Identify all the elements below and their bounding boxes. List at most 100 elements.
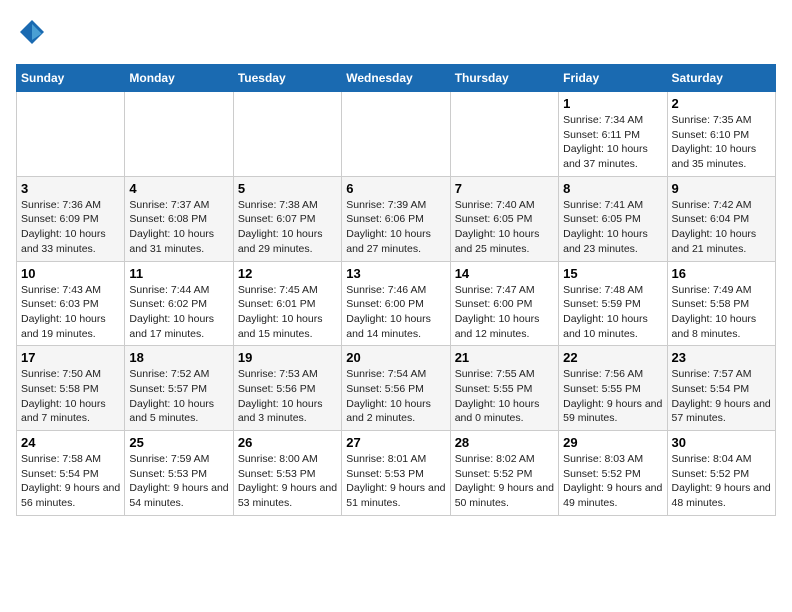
day-info: Sunrise: 7:46 AM Sunset: 6:00 PM Dayligh… xyxy=(346,283,445,342)
day-info: Sunrise: 7:48 AM Sunset: 5:59 PM Dayligh… xyxy=(563,283,662,342)
day-info: Sunrise: 7:43 AM Sunset: 6:03 PM Dayligh… xyxy=(21,283,120,342)
day-info: Sunrise: 8:02 AM Sunset: 5:52 PM Dayligh… xyxy=(455,452,554,511)
calendar-cell: 15 Sunrise: 7:48 AM Sunset: 5:59 PM Dayli… xyxy=(559,261,667,346)
day-info: Sunrise: 7:53 AM Sunset: 5:56 PM Dayligh… xyxy=(238,367,337,426)
calendar-cell: 8 Sunrise: 7:41 AM Sunset: 6:05 PM Daylig… xyxy=(559,176,667,261)
calendar-cell: 7Sunrise: 7:40 AM Sunset: 6:05 PM Daylig… xyxy=(450,176,558,261)
calendar-cell: 26 Sunrise: 8:00 AM Sunset: 5:53 PM Dayli… xyxy=(233,431,341,516)
calendar-cell xyxy=(450,92,558,177)
day-info: Sunrise: 7:57 AM Sunset: 5:54 PM Dayligh… xyxy=(672,367,771,426)
day-number: 4 xyxy=(129,181,228,196)
day-info: Sunrise: 7:50 AM Sunset: 5:58 PM Dayligh… xyxy=(21,367,120,426)
day-number: 9 xyxy=(672,181,771,196)
day-number: 21 xyxy=(455,350,554,365)
weekday-header-sunday: Sunday xyxy=(17,65,125,92)
day-number: 22 xyxy=(563,350,662,365)
weekday-header-monday: Monday xyxy=(125,65,233,92)
day-info: Sunrise: 8:04 AM Sunset: 5:52 PM Dayligh… xyxy=(672,452,771,511)
calendar-cell: 24 Sunrise: 7:58 AM Sunset: 5:54 PM Dayli… xyxy=(17,431,125,516)
calendar-cell: 5 Sunrise: 7:38 AM Sunset: 6:07 PM Daylig… xyxy=(233,176,341,261)
day-number: 2 xyxy=(672,96,771,111)
calendar-cell: 23 Sunrise: 7:57 AM Sunset: 5:54 PM Dayli… xyxy=(667,346,775,431)
day-info: Sunrise: 7:37 AM Sunset: 6:08 PM Dayligh… xyxy=(129,198,228,257)
weekday-header-thursday: Thursday xyxy=(450,65,558,92)
day-number: 13 xyxy=(346,266,445,281)
day-number: 1 xyxy=(563,96,662,111)
calendar-header-row: SundayMondayTuesdayWednesdayThursdayFrid… xyxy=(17,65,776,92)
day-number: 19 xyxy=(238,350,337,365)
calendar-cell: 18 Sunrise: 7:52 AM Sunset: 5:57 PM Dayli… xyxy=(125,346,233,431)
calendar-cell: 30 Sunrise: 8:04 AM Sunset: 5:52 PM Dayli… xyxy=(667,431,775,516)
calendar-cell: 16Sunrise: 7:49 AM Sunset: 5:58 PM Dayli… xyxy=(667,261,775,346)
calendar-week-row: 3 Sunrise: 7:36 AM Sunset: 6:09 PM Daylig… xyxy=(17,176,776,261)
day-info: Sunrise: 7:44 AM Sunset: 6:02 PM Dayligh… xyxy=(129,283,228,342)
calendar-cell: 2Sunrise: 7:35 AM Sunset: 6:10 PM Daylig… xyxy=(667,92,775,177)
calendar-cell: 1 Sunrise: 7:34 AM Sunset: 6:11 PM Daylig… xyxy=(559,92,667,177)
day-number: 11 xyxy=(129,266,228,281)
calendar-cell: 22 Sunrise: 7:56 AM Sunset: 5:55 PM Dayli… xyxy=(559,346,667,431)
day-number: 24 xyxy=(21,435,120,450)
day-number: 29 xyxy=(563,435,662,450)
calendar-cell: 3 Sunrise: 7:36 AM Sunset: 6:09 PM Daylig… xyxy=(17,176,125,261)
day-info: Sunrise: 8:00 AM Sunset: 5:53 PM Dayligh… xyxy=(238,452,337,511)
calendar-cell: 25Sunrise: 7:59 AM Sunset: 5:53 PM Dayli… xyxy=(125,431,233,516)
day-number: 20 xyxy=(346,350,445,365)
calendar-cell: 19 Sunrise: 7:53 AM Sunset: 5:56 PM Dayli… xyxy=(233,346,341,431)
day-info: Sunrise: 7:47 AM Sunset: 6:00 PM Dayligh… xyxy=(455,283,554,342)
day-info: Sunrise: 7:34 AM Sunset: 6:11 PM Dayligh… xyxy=(563,113,662,172)
day-number: 17 xyxy=(21,350,120,365)
day-info: Sunrise: 7:55 AM Sunset: 5:55 PM Dayligh… xyxy=(455,367,554,426)
day-number: 25 xyxy=(129,435,228,450)
calendar-cell xyxy=(342,92,450,177)
calendar-cell: 27 Sunrise: 8:01 AM Sunset: 5:53 PM Dayli… xyxy=(342,431,450,516)
logo-icon xyxy=(16,16,48,48)
day-number: 15 xyxy=(563,266,662,281)
day-number: 27 xyxy=(346,435,445,450)
calendar-week-row: 1 Sunrise: 7:34 AM Sunset: 6:11 PM Daylig… xyxy=(17,92,776,177)
day-info: Sunrise: 7:45 AM Sunset: 6:01 PM Dayligh… xyxy=(238,283,337,342)
calendar-cell xyxy=(233,92,341,177)
day-info: Sunrise: 7:54 AM Sunset: 5:56 PM Dayligh… xyxy=(346,367,445,426)
day-info: Sunrise: 7:56 AM Sunset: 5:55 PM Dayligh… xyxy=(563,367,662,426)
calendar-cell xyxy=(17,92,125,177)
day-number: 14 xyxy=(455,266,554,281)
day-number: 18 xyxy=(129,350,228,365)
day-info: Sunrise: 7:58 AM Sunset: 5:54 PM Dayligh… xyxy=(21,452,120,511)
calendar-cell: 29 Sunrise: 8:03 AM Sunset: 5:52 PM Dayli… xyxy=(559,431,667,516)
day-number: 8 xyxy=(563,181,662,196)
calendar-cell: 20 Sunrise: 7:54 AM Sunset: 5:56 PM Dayli… xyxy=(342,346,450,431)
calendar-cell: 4 Sunrise: 7:37 AM Sunset: 6:08 PM Daylig… xyxy=(125,176,233,261)
day-number: 30 xyxy=(672,435,771,450)
calendar-week-row: 24 Sunrise: 7:58 AM Sunset: 5:54 PM Dayli… xyxy=(17,431,776,516)
day-info: Sunrise: 7:41 AM Sunset: 6:05 PM Dayligh… xyxy=(563,198,662,257)
calendar-cell xyxy=(125,92,233,177)
day-number: 12 xyxy=(238,266,337,281)
day-info: Sunrise: 7:38 AM Sunset: 6:07 PM Dayligh… xyxy=(238,198,337,257)
day-info: Sunrise: 7:36 AM Sunset: 6:09 PM Dayligh… xyxy=(21,198,120,257)
day-number: 10 xyxy=(21,266,120,281)
page-header xyxy=(16,16,776,48)
day-number: 23 xyxy=(672,350,771,365)
calendar-cell: 10 Sunrise: 7:43 AM Sunset: 6:03 PM Dayli… xyxy=(17,261,125,346)
calendar-cell: 6Sunrise: 7:39 AM Sunset: 6:06 PM Daylig… xyxy=(342,176,450,261)
calendar-cell: 21 Sunrise: 7:55 AM Sunset: 5:55 PM Dayli… xyxy=(450,346,558,431)
calendar-cell: 28 Sunrise: 8:02 AM Sunset: 5:52 PM Dayli… xyxy=(450,431,558,516)
day-number: 3 xyxy=(21,181,120,196)
calendar-cell: 14 Sunrise: 7:47 AM Sunset: 6:00 PM Dayli… xyxy=(450,261,558,346)
day-info: Sunrise: 7:42 AM Sunset: 6:04 PM Dayligh… xyxy=(672,198,771,257)
calendar-cell: 12 Sunrise: 7:45 AM Sunset: 6:01 PM Dayli… xyxy=(233,261,341,346)
day-number: 26 xyxy=(238,435,337,450)
day-number: 28 xyxy=(455,435,554,450)
day-number: 5 xyxy=(238,181,337,196)
weekday-header-wednesday: Wednesday xyxy=(342,65,450,92)
logo xyxy=(16,16,54,48)
calendar-cell: 11 Sunrise: 7:44 AM Sunset: 6:02 PM Dayli… xyxy=(125,261,233,346)
calendar-week-row: 10 Sunrise: 7:43 AM Sunset: 6:03 PM Dayli… xyxy=(17,261,776,346)
day-info: Sunrise: 7:49 AM Sunset: 5:58 PM Dayligh… xyxy=(672,283,771,342)
weekday-header-saturday: Saturday xyxy=(667,65,775,92)
day-info: Sunrise: 7:52 AM Sunset: 5:57 PM Dayligh… xyxy=(129,367,228,426)
day-info: Sunrise: 8:01 AM Sunset: 5:53 PM Dayligh… xyxy=(346,452,445,511)
calendar-cell: 13 Sunrise: 7:46 AM Sunset: 6:00 PM Dayli… xyxy=(342,261,450,346)
day-info: Sunrise: 8:03 AM Sunset: 5:52 PM Dayligh… xyxy=(563,452,662,511)
weekday-header-friday: Friday xyxy=(559,65,667,92)
